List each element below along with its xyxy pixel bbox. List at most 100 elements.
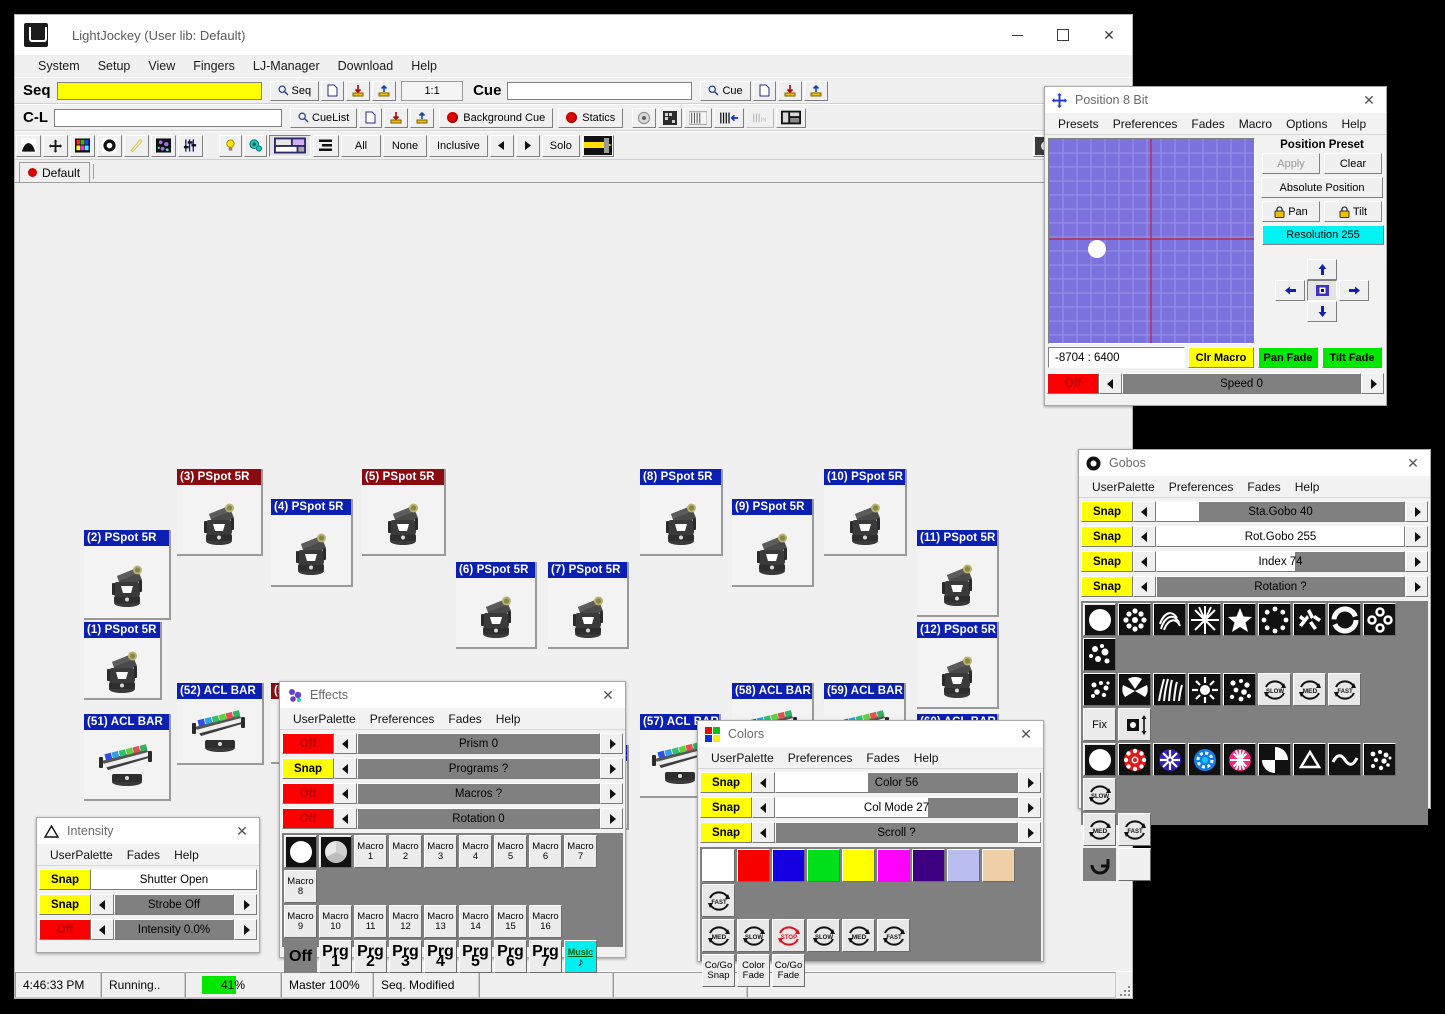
rot-gobo-decrease-icon[interactable] (1133, 526, 1156, 547)
gobo-ring-icon[interactable] (1328, 603, 1361, 636)
position-icon[interactable] (43, 134, 68, 157)
index-slider[interactable]: Index 74 (1156, 551, 1405, 572)
next-arrow-icon[interactable] (515, 134, 540, 157)
cyan-gobo-icon[interactable] (244, 134, 267, 157)
close-icon[interactable]: ✕ (1396, 450, 1430, 476)
down-arrow-icon[interactable] (1307, 301, 1337, 322)
absolute-position-button[interactable]: Absolute Position (1261, 177, 1383, 198)
rotate-fast-icon[interactable]: FAST (702, 884, 735, 917)
programs-slider[interactable]: Programs ? (357, 758, 600, 779)
beam-icon[interactable] (124, 134, 149, 157)
col-mode-slider[interactable]: Col Mode 27 (775, 797, 1018, 818)
prism-open-icon[interactable] (284, 835, 317, 868)
gobo-bubbles-icon[interactable] (1223, 673, 1256, 706)
effects-rotation-decrease-icon[interactable] (334, 808, 357, 829)
gobo-radiation-icon[interactable] (1118, 673, 1151, 706)
gobo-rays-icon[interactable] (1188, 603, 1221, 636)
statics-button[interactable]: Statics (558, 107, 624, 128)
position-menu-presets[interactable]: Presets (1051, 116, 1106, 132)
gobo-feather-icon[interactable] (1153, 673, 1186, 706)
prism-increase-icon[interactable] (600, 733, 623, 754)
menu-view[interactable]: View (139, 57, 184, 75)
fixture-51-acl-bar[interactable]: (51) ACL BAR (84, 714, 171, 801)
pan-lock-button[interactable]: Pan (1262, 201, 1320, 222)
left-arrow-icon[interactable] (1275, 280, 1305, 301)
tilt-lock-button[interactable]: Tilt (1324, 201, 1382, 222)
gobo-four-dots-icon[interactable] (1363, 603, 1396, 636)
gobo-rotation-decrease-icon[interactable] (1133, 576, 1156, 597)
index-decrease-icon[interactable] (1133, 551, 1156, 572)
position-menu-fades[interactable]: Fades (1184, 116, 1231, 132)
menu-system[interactable]: System (29, 57, 89, 75)
gobo-texture-icon[interactable] (1083, 638, 1116, 671)
speed-increase-icon[interactable] (1361, 373, 1384, 394)
music-trigger-button[interactable]: Music ♪ (564, 940, 597, 973)
macro-6-button[interactable]: Macro 6 (529, 835, 562, 868)
color-lavender-swatch[interactable] (947, 849, 980, 882)
scroll-slider[interactable]: Scroll ? (775, 822, 1018, 843)
grid-icon[interactable] (658, 107, 683, 128)
macro-5-button[interactable]: Macro 5 (494, 835, 527, 868)
sta-gobo-increase-icon[interactable] (1405, 501, 1428, 522)
macro-4-button[interactable]: Macro 4 (459, 835, 492, 868)
prg-4-button[interactable]: Prg 4 (424, 940, 457, 973)
gobo-rotation-increase-icon[interactable] (1405, 576, 1428, 597)
effects-rotation-increase-icon[interactable] (600, 808, 623, 829)
macros-toggle[interactable]: Off (282, 783, 334, 804)
cuelist-browse-button[interactable]: CueList (290, 107, 358, 128)
rotate-stop-icon[interactable]: STOP (772, 919, 805, 952)
close-icon[interactable]: ✕ (1352, 87, 1386, 113)
cue-browse-button[interactable]: Cue (700, 80, 751, 101)
effects-rotation-toggle[interactable]: Off (282, 808, 334, 829)
background-cue-button[interactable]: Background Cue (439, 107, 554, 128)
fixture-2-pspot-5r[interactable]: (2) PSpot 5R (84, 530, 171, 620)
desk-icon[interactable] (776, 107, 807, 128)
intensity-toggle[interactable]: Off (39, 919, 91, 940)
intensity-menu-userpalette[interactable]: UserPalette (43, 847, 120, 863)
rotate-slow-icon[interactable]: SLOW (737, 919, 770, 952)
macro-10-button[interactable]: Macro 10 (319, 905, 352, 938)
cuelist-input[interactable] (54, 108, 282, 127)
ratio-display[interactable]: 1:1 (401, 80, 464, 101)
close-icon[interactable]: ✕ (591, 682, 625, 708)
gobo-dot-circle-icon[interactable] (1258, 603, 1291, 636)
color-magenta-swatch[interactable] (877, 849, 910, 882)
fix-button[interactable]: Fix (1083, 708, 1116, 741)
menu-lj-manager[interactable]: LJ-Manager (244, 57, 329, 75)
speed-slider[interactable]: Speed 0 (1122, 373, 1361, 394)
rot-gobo-increase-icon[interactable] (1405, 526, 1428, 547)
seq-input[interactable] (56, 81, 262, 100)
fixture-8-pspot-5r[interactable]: (8) PSpot 5R (640, 469, 723, 556)
fixture-52-acl-bar[interactable]: (52) ACL BAR (177, 683, 264, 765)
color-white-swatch[interactable] (702, 849, 735, 882)
fixture-3-pspot-5r[interactable]: (3) PSpot 5R (177, 469, 263, 556)
prism-toggle[interactable]: Off (282, 733, 334, 754)
rotate-slow2-icon[interactable]: SLOW (1083, 778, 1116, 811)
right-arrow-icon[interactable] (1339, 280, 1369, 301)
color-green-swatch[interactable] (807, 849, 840, 882)
close-icon[interactable]: ✕ (1009, 721, 1043, 747)
effects-menu-help[interactable]: Help (489, 711, 528, 727)
rotate-med2-icon[interactable]: MED (1083, 813, 1116, 846)
new-seq-icon[interactable] (321, 80, 345, 101)
gobo-swirl-icon[interactable] (1153, 603, 1186, 636)
macro-2-button[interactable]: Macro 2 (389, 835, 422, 868)
select-all-button[interactable]: All (341, 134, 381, 157)
desktop-icon[interactable] (269, 134, 311, 157)
resolution-button[interactable]: Resolution 255 (1262, 225, 1384, 245)
prg-1-button[interactable]: Prg 1 (319, 940, 352, 973)
new-cuelist-icon[interactable] (359, 107, 383, 128)
seq-browse-button[interactable]: Seq (269, 80, 320, 101)
col-mode-increase-icon[interactable] (1018, 797, 1041, 818)
rotate-fast2-icon[interactable]: FAST (1118, 813, 1151, 846)
close-icon[interactable]: ✕ (1086, 15, 1132, 55)
effects-rotation-slider[interactable]: Rotation 0 (357, 808, 600, 829)
color-increase-icon[interactable] (1018, 772, 1041, 793)
center-target-icon[interactable] (1307, 280, 1337, 301)
sta-gobo-decrease-icon[interactable] (1133, 501, 1156, 522)
fixture-6-pspot-5r[interactable]: (6) PSpot 5R (456, 562, 537, 649)
index-toggle[interactable]: Snap (1081, 551, 1133, 572)
gobo-splat-icon[interactable] (1293, 603, 1326, 636)
gobos-menu-userpalette[interactable]: UserPalette (1085, 479, 1162, 495)
gobo-sun-icon[interactable] (1188, 673, 1221, 706)
